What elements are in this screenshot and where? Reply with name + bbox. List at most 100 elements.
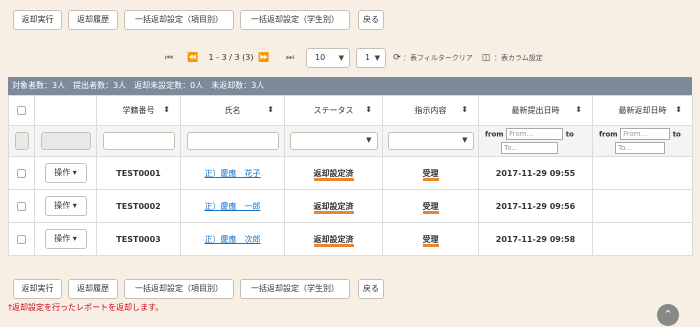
page-range: 1 - 3 / 3 (3) xyxy=(208,53,254,62)
return-history-button[interactable]: 返却履歴 xyxy=(68,10,118,30)
page-select[interactable]: 1 ▼ xyxy=(356,48,386,68)
student-id: TEST0002 xyxy=(96,189,181,223)
status-filter-select[interactable]: ▼ xyxy=(289,132,378,150)
student-id: TEST0001 xyxy=(96,156,181,190)
col-header-name[interactable]: 氏名 ⬍ xyxy=(180,95,285,126)
filter-cell xyxy=(8,125,35,157)
first-page-icon[interactable]: ⏮ xyxy=(159,48,179,68)
student-id-filter-input[interactable] xyxy=(102,132,175,150)
select-all-checkbox[interactable] xyxy=(17,106,26,115)
instruction-badge: 受理 xyxy=(422,168,439,181)
bulk-return-by-item-button[interactable]: 一括返却設定（項目別） xyxy=(124,10,234,30)
columns-icon[interactable]: ◫ xyxy=(480,48,492,68)
row-checkbox[interactable] xyxy=(17,168,26,178)
last-page-icon[interactable]: ⏭ xyxy=(280,48,300,68)
student-id: TEST0003 xyxy=(96,222,181,256)
col-header-status[interactable]: ステータス ⬍ xyxy=(284,95,383,126)
operation-button[interactable]: 操作 ▾ xyxy=(44,163,87,183)
student-name-cell: 正）慶應 次郎 xyxy=(180,222,285,256)
filter-row: ▼ ▼ from From... to To... from From... t… xyxy=(8,125,693,157)
filter-blank xyxy=(14,132,29,150)
instruction-badge: 受理 xyxy=(422,234,439,247)
returned-datetime xyxy=(592,189,693,223)
returned-from-input[interactable]: From... xyxy=(620,128,671,140)
operation-button[interactable]: 操作 ▾ xyxy=(44,229,87,249)
returned-datetime xyxy=(592,156,693,190)
bulk-return-by-item-button-bottom[interactable]: 一括返却設定（項目別） xyxy=(124,279,234,299)
col-header-submitted[interactable]: 最新提出日時 ⬍ xyxy=(478,95,593,126)
instruction-cell: 受理 xyxy=(382,222,479,256)
sort-icon: ⬍ xyxy=(575,105,582,114)
name-filter-input[interactable] xyxy=(186,132,279,150)
caret-down-icon: ▼ xyxy=(462,136,468,144)
next-page-icon[interactable]: ⏩ xyxy=(254,48,274,68)
page-size-value: 10 xyxy=(315,53,326,62)
scroll-top-icon[interactable]: ⌃ xyxy=(657,304,679,326)
returned-to-input[interactable]: To... xyxy=(615,142,665,154)
return-exec-button[interactable]: 返却実行 xyxy=(13,10,62,30)
col-header-student-id[interactable]: 学籍番号 ⬍ xyxy=(96,95,181,126)
operation-button[interactable]: 操作 ▾ xyxy=(44,196,87,216)
status-badge: 返却設定済 xyxy=(313,168,354,181)
col-header-returned[interactable]: 最新返却日時 ⬍ xyxy=(592,95,693,126)
submitted-datetime: 2017-11-29 09:58 xyxy=(478,222,593,256)
table-row: 操作 ▾ TEST0002 正）慶應 一郎 返却設定済 受理 2017-11-2… xyxy=(8,189,693,223)
sort-icon: ⬍ xyxy=(365,105,372,114)
sort-icon: ⬍ xyxy=(675,105,682,114)
returned-datetime xyxy=(592,222,693,256)
bulk-return-by-student-button-bottom[interactable]: 一括返却設定（学生別） xyxy=(240,279,350,299)
status-badge: 返却設定済 xyxy=(313,234,354,247)
table-row: 操作 ▾ TEST0003 正）慶應 次郎 返却設定済 受理 2017-11-2… xyxy=(8,222,693,256)
sort-icon: ⬍ xyxy=(267,105,274,114)
refresh-icon[interactable]: ⟳ xyxy=(392,48,402,68)
sort-icon: ⬍ xyxy=(163,105,170,114)
instruction-cell: 受理 xyxy=(382,189,479,223)
filter-blank xyxy=(40,132,91,150)
status-cell: 返却設定済 xyxy=(284,222,383,256)
submitted-datetime: 2017-11-29 09:55 xyxy=(478,156,593,190)
status-cell: 返却設定済 xyxy=(284,156,383,190)
return-history-button-bottom[interactable]: 返却履歴 xyxy=(68,279,118,299)
filter-cell: ▼ xyxy=(382,125,479,157)
header-row: 学籍番号 ⬍ 氏名 ⬍ ステータス ⬍ 指示内容 ⬍ 最新提出日時 ⬍ 最新返却日時 ⬍ xyxy=(8,95,693,126)
submitted-filter-cell: from From... to To... xyxy=(478,125,593,157)
caret-down-icon: ▼ xyxy=(338,54,344,62)
submitted-datetime: 2017-11-29 09:56 xyxy=(478,189,593,223)
student-name-link[interactable]: 正）慶應 一郎 xyxy=(205,202,261,211)
col-header-instruction[interactable]: 指示内容 ⬍ xyxy=(382,95,479,126)
caret-down-icon: ▼ xyxy=(374,54,380,62)
filter-cell xyxy=(96,125,181,157)
table-row: 操作 ▾ TEST0001 正）慶應 花子 返却設定済 受理 2017-11-2… xyxy=(8,156,693,190)
instruction-filter-select[interactable]: ▼ xyxy=(387,132,474,150)
instruction-cell: 受理 xyxy=(382,156,479,190)
page-value: 1 xyxy=(365,53,371,62)
return-note: †返却設定を行ったレポートを返却します。 xyxy=(8,303,164,312)
return-exec-button-bottom[interactable]: 返却実行 xyxy=(13,279,62,299)
filter-cell: ▼ xyxy=(284,125,383,157)
row-checkbox[interactable] xyxy=(17,201,26,211)
submitted-to-input[interactable]: To... xyxy=(501,142,558,154)
status-summary: 対象者数：3人 提出者数：3人 返却未設定数：0人 未返却数：3人 xyxy=(8,77,692,95)
select-all-cell xyxy=(8,95,35,126)
prev-page-icon[interactable]: ⏪ xyxy=(183,48,203,68)
student-name-cell: 正）慶應 花子 xyxy=(180,156,285,190)
status-badge: 返却設定済 xyxy=(313,201,354,214)
column-settings-link[interactable]: ：表カラム設定 xyxy=(494,48,554,68)
instruction-badge: 受理 xyxy=(422,201,439,214)
student-name-cell: 正）慶應 一郎 xyxy=(180,189,285,223)
back-button[interactable]: 戻る xyxy=(358,10,384,30)
caret-down-icon: ▼ xyxy=(366,136,372,144)
back-button-bottom[interactable]: 戻る xyxy=(358,279,384,299)
row-checkbox[interactable] xyxy=(17,234,26,244)
page-size-select[interactable]: 10 ▼ xyxy=(306,48,350,68)
submission-table: 学籍番号 ⬍ 氏名 ⬍ ステータス ⬍ 指示内容 ⬍ 最新提出日時 ⬍ 最新返却日時 ⬍ ▼… xyxy=(8,95,693,256)
submitted-from-input[interactable]: From... xyxy=(506,128,564,140)
status-cell: 返却設定済 xyxy=(284,189,383,223)
student-name-link[interactable]: 正）慶應 次郎 xyxy=(205,235,261,244)
bulk-return-by-student-button[interactable]: 一括返却設定（学生別） xyxy=(240,10,350,30)
student-name-link[interactable]: 正）慶應 花子 xyxy=(205,169,261,178)
op-header xyxy=(34,95,97,126)
filter-cell xyxy=(34,125,97,157)
clear-filter-link[interactable]: ：表フィルタークリア xyxy=(403,48,475,68)
filter-cell xyxy=(180,125,285,157)
